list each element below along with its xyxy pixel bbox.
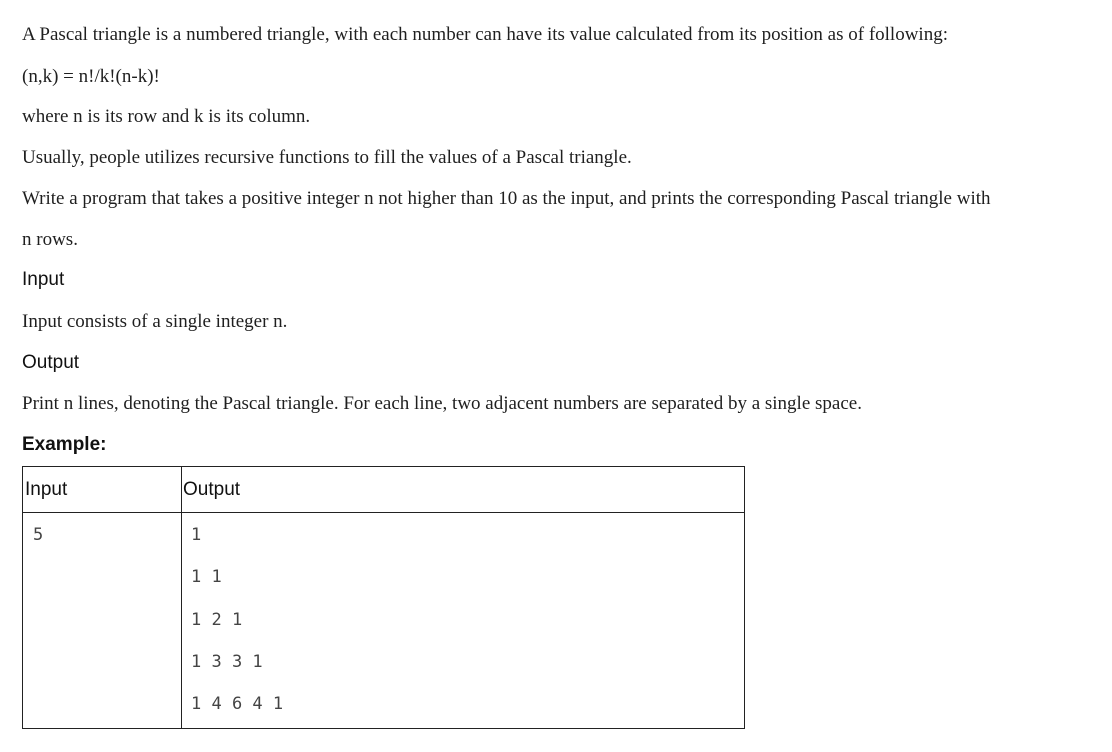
example-output-line: 1 1 bbox=[191, 567, 222, 587]
intro-paragraph: A Pascal triangle is a numbered triangle… bbox=[22, 24, 948, 45]
where-paragraph: where n is its row and k is its column. bbox=[22, 106, 311, 127]
example-output-line: 1 bbox=[191, 525, 202, 545]
example-output-line: 1 3 3 1 bbox=[191, 652, 263, 672]
output-description: Print n lines, denoting the Pascal trian… bbox=[22, 393, 862, 414]
formula-paragraph: (n,k) = n!/k!(n-k)! bbox=[22, 66, 160, 87]
example-output-line: 1 4 6 4 1 bbox=[191, 694, 284, 714]
task-paragraph-line2: n rows. bbox=[22, 229, 78, 250]
example-output-line: 1 2 1 bbox=[191, 610, 243, 630]
table-column-divider bbox=[181, 467, 182, 728]
task-paragraph-line1: Write a program that takes a positive in… bbox=[22, 188, 991, 209]
usually-paragraph: Usually, people utilizes recursive funct… bbox=[22, 147, 632, 168]
input-description: Input consists of a single integer n. bbox=[22, 311, 288, 332]
example-input-value: 5 bbox=[33, 525, 44, 545]
input-heading: Input bbox=[22, 269, 65, 290]
output-heading: Output bbox=[22, 352, 80, 373]
table-header-divider bbox=[23, 512, 744, 513]
table-header-input: Input bbox=[25, 479, 68, 500]
example-heading: Example: bbox=[22, 434, 107, 455]
example-table: Input Output 5 1 1 1 1 2 1 1 3 3 1 1 4 6… bbox=[22, 466, 745, 729]
table-header-output: Output bbox=[183, 479, 241, 500]
